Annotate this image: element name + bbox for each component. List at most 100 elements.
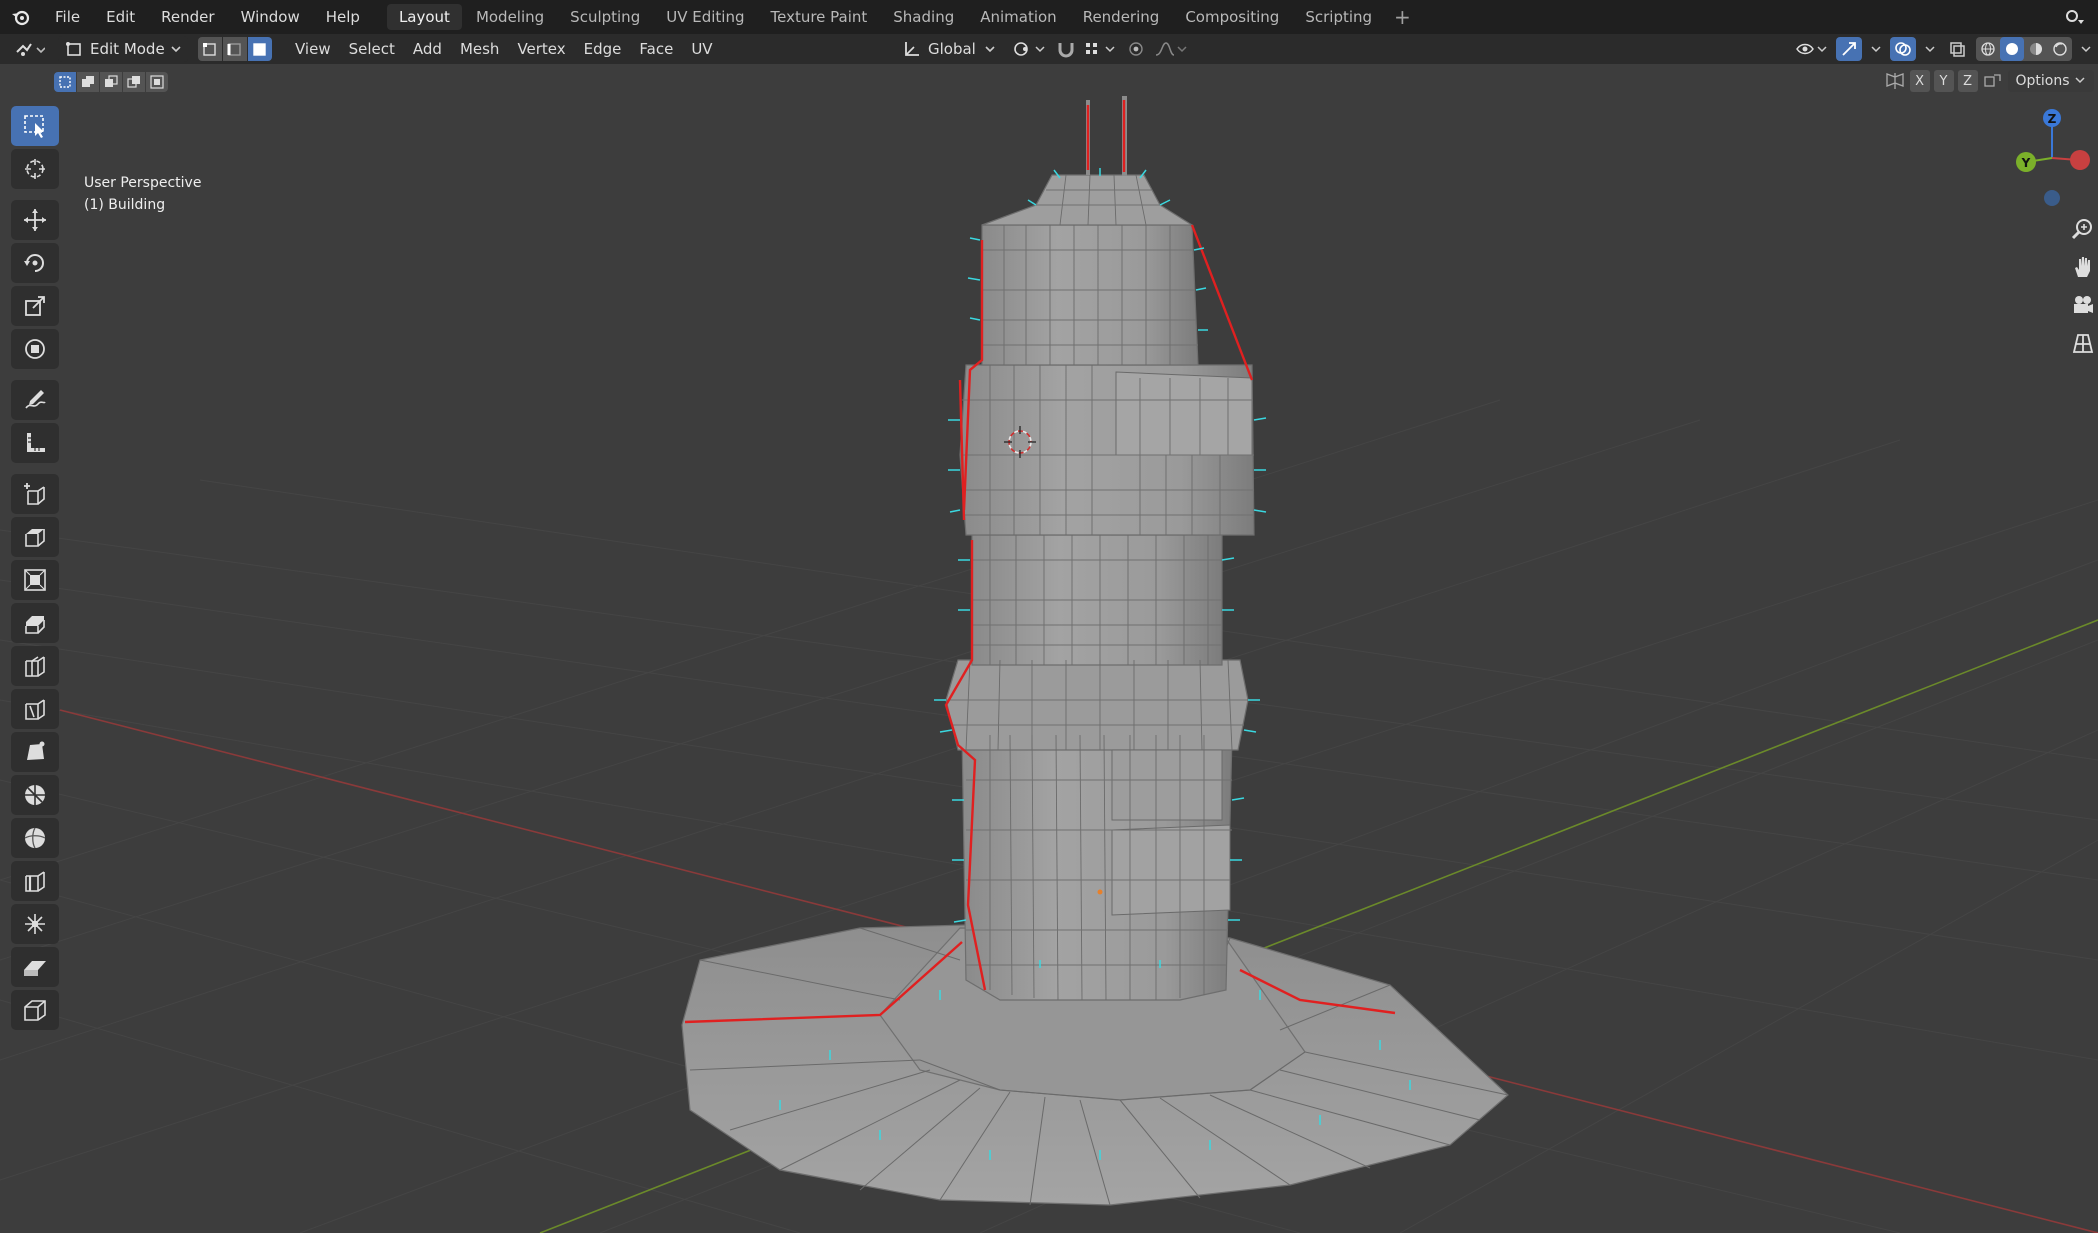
select-extend-button[interactable] <box>77 72 100 92</box>
tool-shear[interactable] <box>11 947 59 987</box>
shading-dropdown[interactable] <box>2078 37 2094 61</box>
tab-shading[interactable]: Shading <box>881 4 966 30</box>
chevron-down-icon <box>1871 46 1881 53</box>
header-menu-edge[interactable]: Edge <box>575 34 631 64</box>
tool-rotate[interactable] <box>11 243 59 283</box>
visibility-dropdown[interactable] <box>1794 37 1830 61</box>
edge-select-button[interactable] <box>223 37 248 61</box>
menu-edit[interactable]: Edit <box>93 0 148 34</box>
transform-orientation-dropdown[interactable]: Global <box>902 37 996 61</box>
falloff-dropdown[interactable] <box>1154 37 1188 61</box>
proportional-edit-toggle[interactable] <box>1124 37 1148 61</box>
select-invert-button[interactable] <box>123 72 146 92</box>
wireframe-shading-button[interactable] <box>1976 37 2000 61</box>
camera-view-button[interactable] <box>2068 290 2098 320</box>
edge-slide-icon <box>25 871 45 892</box>
editor-type-icon[interactable] <box>10 37 50 61</box>
tool-extrude[interactable] <box>11 517 59 557</box>
face-select-button[interactable] <box>248 37 272 61</box>
chevron-down-icon <box>2081 46 2091 53</box>
tool-poly-build[interactable] <box>11 732 59 772</box>
pivot-point-dropdown[interactable] <box>1010 37 1048 61</box>
options-dropdown[interactable]: Options <box>2007 70 2094 92</box>
mirror-butterfly-icon <box>1885 73 1904 89</box>
header-menu-select[interactable]: Select <box>340 34 404 64</box>
tab-scripting[interactable]: Scripting <box>1293 4 1384 30</box>
tool-scale[interactable] <box>11 286 59 326</box>
mirror-z-toggle[interactable]: Z <box>1957 70 1978 92</box>
tool-select-box[interactable] <box>11 106 59 146</box>
tab-rendering[interactable]: Rendering <box>1071 4 1172 30</box>
header-menu-mesh[interactable]: Mesh <box>451 34 509 64</box>
chevron-down-icon <box>1925 46 1935 53</box>
tool-transform[interactable] <box>11 329 59 369</box>
tool-edge-slide[interactable] <box>11 861 59 901</box>
tool-bevel[interactable] <box>11 603 59 643</box>
tool-loop-cut[interactable] <box>11 646 59 686</box>
viewport-scene[interactable] <box>0 64 2098 1233</box>
xray-toggle[interactable] <box>1944 37 1970 61</box>
mode-dropdown[interactable]: Edit Mode <box>58 36 188 62</box>
grid-view-icon <box>2072 334 2094 353</box>
x-axis-handle[interactable] <box>2070 150 2090 170</box>
tool-shelf <box>8 106 62 1033</box>
mirror-x-toggle[interactable]: X <box>1909 70 1930 92</box>
auto-merge-icon[interactable] <box>1982 71 2004 91</box>
3d-viewport[interactable]: User Perspective (1) Building <box>0 64 2098 1233</box>
orientation-label: Global <box>928 40 976 58</box>
blender-logo-icon[interactable] <box>0 0 42 34</box>
select-new-button[interactable] <box>54 72 77 92</box>
tab-modeling[interactable]: Modeling <box>464 4 556 30</box>
snap-target-dropdown[interactable] <box>1084 37 1118 61</box>
menu-help[interactable]: Help <box>313 0 373 34</box>
tool-cursor[interactable] <box>11 149 59 189</box>
tab-uv-editing[interactable]: UV Editing <box>654 4 756 30</box>
pan-button[interactable] <box>2068 252 2098 282</box>
tool-annotate[interactable] <box>11 380 59 420</box>
solid-shading-button[interactable] <box>2000 37 2024 61</box>
scene-selector-icon[interactable] <box>2060 4 2090 30</box>
gizmo-toggle[interactable] <box>1836 37 1862 61</box>
overlays-toggle[interactable] <box>1890 37 1916 61</box>
menu-file[interactable]: File <box>42 0 93 34</box>
overlays-dropdown[interactable] <box>1922 37 1938 61</box>
select-subtract-button[interactable] <box>100 72 123 92</box>
select-intersect-button[interactable] <box>146 72 168 92</box>
tool-smooth[interactable] <box>11 818 59 858</box>
tab-texture-paint[interactable]: Texture Paint <box>758 4 879 30</box>
chevron-down-icon <box>171 46 181 53</box>
rendered-shading-button[interactable] <box>2048 37 2072 61</box>
menu-window[interactable]: Window <box>228 0 313 34</box>
add-workspace-button[interactable]: + <box>1386 4 1419 30</box>
header-menu-view[interactable]: View <box>286 34 340 64</box>
view-name: User Perspective <box>84 175 202 191</box>
tab-animation[interactable]: Animation <box>968 4 1068 30</box>
header-menu-uv[interactable]: UV <box>682 34 721 64</box>
gizmo-dropdown[interactable] <box>1868 37 1884 61</box>
header-menu-add[interactable]: Add <box>404 34 451 64</box>
tab-sculpting[interactable]: Sculpting <box>558 4 652 30</box>
menu-render[interactable]: Render <box>148 0 227 34</box>
neg-z-axis-handle[interactable] <box>2044 190 2060 206</box>
tool-measure[interactable] <box>11 423 59 463</box>
tool-inset[interactable] <box>11 560 59 600</box>
mirror-y-toggle[interactable]: Y <box>1933 70 1954 92</box>
workspace-tabs: Layout Modeling Sculpting UV Editing Texture… <box>386 4 1419 30</box>
header-menu-face[interactable]: Face <box>630 34 682 64</box>
tool-move[interactable] <box>11 200 59 240</box>
tab-compositing[interactable]: Compositing <box>1173 4 1291 30</box>
vertex-select-button[interactable] <box>198 37 223 61</box>
proportional-edit-icon <box>1129 42 1143 56</box>
header-menu-vertex[interactable]: Vertex <box>508 34 574 64</box>
zoom-button[interactable] <box>2068 214 2098 244</box>
tool-spin[interactable] <box>11 775 59 815</box>
tool-shrink-fatten[interactable] <box>11 904 59 944</box>
navigation-gizmo[interactable]: Z Y <box>2008 104 2098 214</box>
tool-knife[interactable] <box>11 689 59 729</box>
snap-toggle[interactable] <box>1054 37 1078 61</box>
material-shading-button[interactable] <box>2024 37 2048 61</box>
ortho-toggle-button[interactable] <box>2068 328 2098 358</box>
tool-add-cube[interactable] <box>11 474 59 514</box>
tool-rip[interactable] <box>11 990 59 1030</box>
tab-layout[interactable]: Layout <box>386 4 462 30</box>
